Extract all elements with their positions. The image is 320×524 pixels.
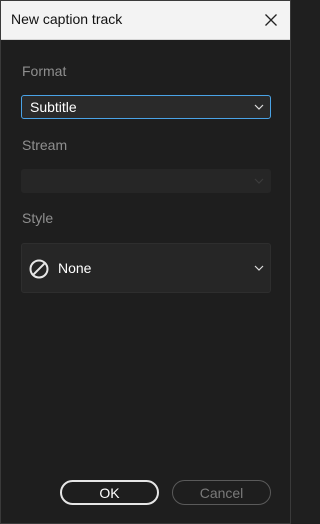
style-value: None <box>58 260 92 276</box>
cancel-button[interactable]: Cancel <box>172 480 271 505</box>
close-icon <box>265 14 277 26</box>
stream-select[interactable] <box>21 169 271 193</box>
chevron-down-icon <box>254 178 264 184</box>
dialog-title: New caption track <box>11 11 123 27</box>
stream-label: Stream <box>22 137 68 153</box>
chevron-down-icon <box>254 265 264 271</box>
new-caption-track-dialog: New caption track Format Subtitle Stream… <box>0 0 291 524</box>
format-value: Subtitle <box>30 99 77 115</box>
style-select[interactable]: None <box>21 243 271 293</box>
title-bar: New caption track <box>1 1 290 40</box>
format-select[interactable]: Subtitle <box>21 95 271 119</box>
ok-button[interactable]: OK <box>60 480 159 505</box>
none-circle-slash-icon <box>29 259 49 279</box>
chevron-down-icon <box>254 104 264 110</box>
style-label: Style <box>22 210 54 226</box>
close-button[interactable] <box>256 5 286 35</box>
format-label: Format <box>22 63 67 79</box>
